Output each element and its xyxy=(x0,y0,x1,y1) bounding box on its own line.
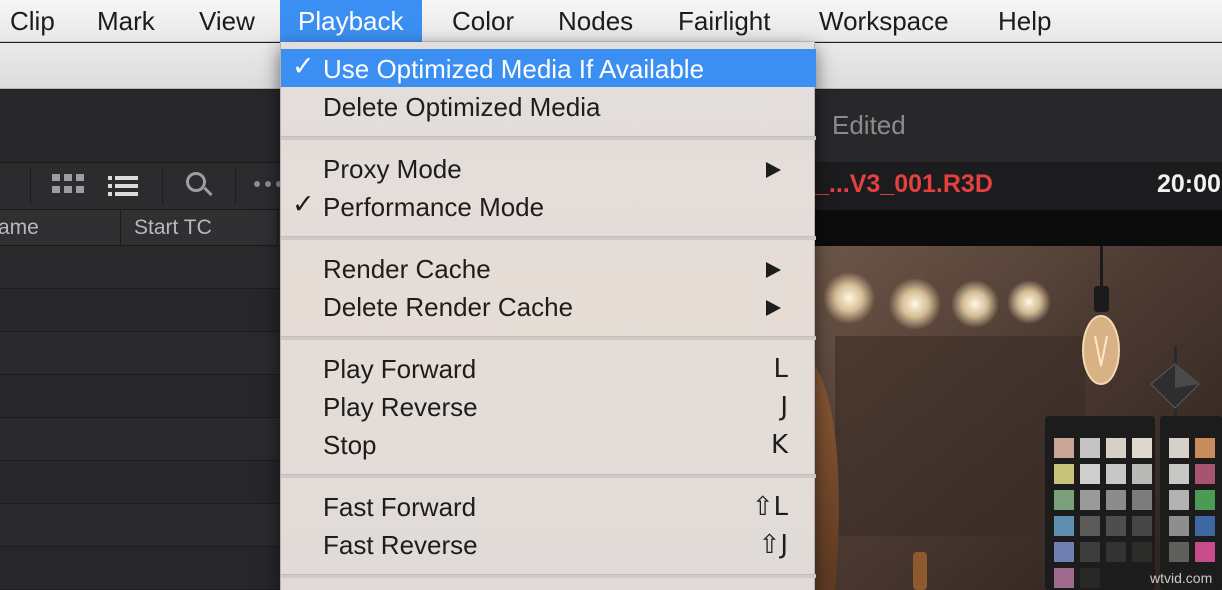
column-separator[interactable] xyxy=(277,210,278,246)
menu-item-label: Delete Render Cache xyxy=(323,292,574,322)
clip-name-label: _...V3_001.R3D xyxy=(815,170,993,198)
menu-item-proxy-mode[interactable]: Proxy Mode xyxy=(281,149,816,187)
timecode-display: 20:00 xyxy=(1157,170,1221,198)
shortcut-label: L xyxy=(773,354,789,384)
submenu-arrow-icon xyxy=(766,262,781,278)
toolbar-separator xyxy=(30,169,31,205)
menu-item-label: Stop xyxy=(323,430,377,460)
menu-nodes[interactable]: Nodes xyxy=(558,0,633,42)
menu-item-delete-optimized-media[interactable]: Delete Optimized Media xyxy=(281,87,816,125)
toolbar-separator xyxy=(235,169,236,205)
menu-item-render-cache[interactable]: Render Cache xyxy=(281,249,816,287)
menu-item-performance-mode[interactable]: ✓ Performance Mode xyxy=(281,187,816,225)
video-frame-image xyxy=(815,246,1222,590)
menu-item-play-forward[interactable]: Play Forward L xyxy=(281,349,816,387)
shortcut-label: ⇧J xyxy=(758,530,788,560)
menu-bar: Clip Mark View Playback Color Nodes Fair… xyxy=(0,0,1222,42)
list-item[interactable] xyxy=(0,246,280,289)
menu-item-fast-forward[interactable]: Fast Forward ⇧L xyxy=(281,487,816,525)
menu-item-label: Play Reverse xyxy=(323,392,478,422)
menu-view[interactable]: View xyxy=(199,0,255,42)
list-item[interactable] xyxy=(0,418,280,461)
media-pool-list xyxy=(0,246,280,590)
menu-divider xyxy=(281,474,816,478)
menu-item-label: Proxy Mode xyxy=(323,154,462,184)
toolbar-separator xyxy=(162,169,163,205)
menu-fairlight[interactable]: Fairlight xyxy=(678,0,770,42)
menu-divider xyxy=(281,574,816,578)
menu-item-play-reverse[interactable]: Play Reverse J xyxy=(281,387,816,425)
playback-menu: ✓ Use Optimized Media If Available Delet… xyxy=(280,42,816,590)
column-start-tc-header[interactable]: Start TC xyxy=(134,216,212,240)
shortcut-label: ⇧L xyxy=(751,492,788,522)
watermark-text: wtvid.com xyxy=(1150,570,1213,586)
menu-item-label: Fast Forward xyxy=(323,492,477,522)
media-pool-toolbar xyxy=(0,162,280,210)
menu-mark[interactable]: Mark xyxy=(97,0,155,42)
checkmark-icon: ✓ xyxy=(292,51,315,82)
grid-view-icon[interactable] xyxy=(52,174,84,198)
menu-help[interactable]: Help xyxy=(998,0,1051,42)
menu-playback[interactable]: Playback xyxy=(280,0,422,42)
list-item[interactable] xyxy=(0,375,280,418)
list-item[interactable] xyxy=(0,461,280,504)
menu-item-use-optimized-media[interactable]: ✓ Use Optimized Media If Available xyxy=(281,49,816,87)
more-icon[interactable] xyxy=(254,181,282,189)
list-item[interactable] xyxy=(0,289,280,332)
column-name-header[interactable]: ame xyxy=(0,216,39,240)
list-item[interactable] xyxy=(0,332,280,375)
viewer-frame xyxy=(815,246,1222,590)
submenu-arrow-icon xyxy=(766,162,781,178)
list-item[interactable] xyxy=(0,547,280,590)
viewer-letterbox xyxy=(815,210,1222,246)
menu-item-label: Performance Mode xyxy=(323,192,545,222)
menu-item-label: Delete Optimized Media xyxy=(323,92,601,122)
menu-color[interactable]: Color xyxy=(452,0,514,42)
menu-divider xyxy=(281,336,816,340)
list-item[interactable] xyxy=(0,504,280,547)
menu-clip[interactable]: Clip xyxy=(10,0,55,42)
column-separator[interactable] xyxy=(120,210,121,246)
checkmark-icon: ✓ xyxy=(292,189,315,220)
menu-item-label: Fast Reverse xyxy=(323,530,478,560)
list-view-icon[interactable] xyxy=(108,174,138,198)
shortcut-label: J xyxy=(780,392,788,422)
menu-workspace[interactable]: Workspace xyxy=(819,0,949,42)
menu-item-label: Use Optimized Media If Available xyxy=(323,54,705,84)
menu-item-fast-reverse[interactable]: Fast Reverse ⇧J xyxy=(281,525,816,563)
search-icon[interactable] xyxy=(186,172,213,200)
edited-status-label: Edited xyxy=(832,110,906,140)
menu-divider xyxy=(281,236,816,240)
menu-item-delete-render-cache[interactable]: Delete Render Cache xyxy=(281,287,816,325)
menu-item-label: Play Forward xyxy=(323,354,477,384)
menu-item-stop[interactable]: Stop K xyxy=(281,425,816,463)
menu-item-label: Render Cache xyxy=(323,254,491,284)
submenu-arrow-icon xyxy=(766,300,781,316)
menu-divider xyxy=(281,136,816,140)
shortcut-label: K xyxy=(770,430,788,460)
